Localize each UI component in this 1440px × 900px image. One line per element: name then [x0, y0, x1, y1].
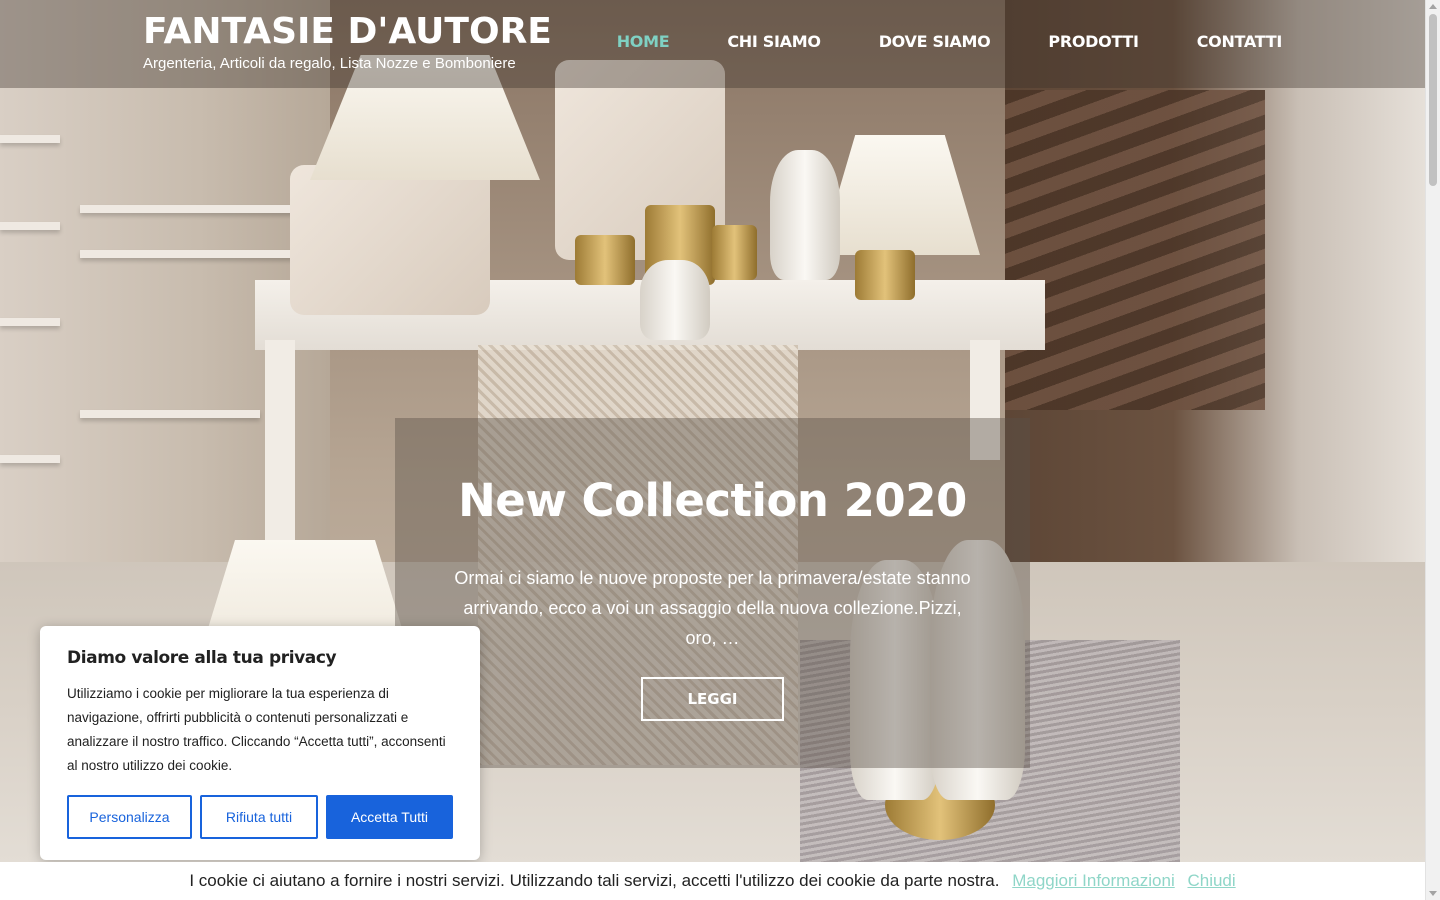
- brand[interactable]: FANTASIE D'AUTORE Argenteria, Articoli d…: [143, 12, 552, 73]
- consent-actions: Personalizza Rifiuta tutti Accetta Tutti: [67, 795, 453, 839]
- slide-excerpt: Ormai ci siamo le nuove proposte per la …: [454, 568, 971, 648]
- scroll-up-icon[interactable]: [1429, 4, 1437, 9]
- customize-button[interactable]: Personalizza: [67, 795, 192, 839]
- read-more-button[interactable]: LEGGI: [641, 677, 784, 721]
- slide-caption: New Collection 2020 Ormai ci siamo le nu…: [395, 418, 1030, 768]
- nav-item-home[interactable]: HOME: [617, 32, 670, 51]
- nav-item-prodotti[interactable]: PRODOTTI: [1048, 32, 1139, 51]
- nav-item-contatti[interactable]: CONTATTI: [1197, 32, 1283, 51]
- nav-item-dove-siamo[interactable]: DOVE SIAMO: [879, 32, 991, 51]
- accept-all-button[interactable]: Accetta Tutti: [326, 795, 453, 839]
- close-cookie-link[interactable]: Chiudi: [1187, 871, 1235, 890]
- reject-all-button[interactable]: Rifiuta tutti: [200, 795, 318, 839]
- site-header: FANTASIE D'AUTORE Argenteria, Articoli d…: [0, 0, 1425, 88]
- site-title[interactable]: FANTASIE D'AUTORE: [143, 12, 552, 52]
- cookie-notice-bar: I cookie ci aiutano a fornire i nostri s…: [0, 862, 1425, 900]
- cookie-consent-dialog: Diamo valore alla tua privacy Utilizziam…: [40, 626, 480, 860]
- nav-item-chi-siamo[interactable]: CHI SIAMO: [727, 32, 821, 51]
- consent-title: Diamo valore alla tua privacy: [67, 648, 337, 668]
- more-info-link[interactable]: Maggiori Informazioni: [1012, 871, 1175, 890]
- page-scrollbar[interactable]: [1425, 0, 1440, 900]
- scroll-thumb[interactable]: [1429, 14, 1437, 186]
- cookie-notice-text: I cookie ci aiutano a fornire i nostri s…: [189, 871, 1000, 890]
- staircase: [1005, 90, 1265, 410]
- slide-title: New Collection 2020: [458, 474, 967, 527]
- main-navigation: HOME CHI SIAMO DOVE SIAMO PRODOTTI CONTA…: [559, 32, 1283, 51]
- scroll-down-icon[interactable]: [1429, 891, 1437, 896]
- consent-description: Utilizziamo i cookie per migliorare la t…: [67, 686, 446, 773]
- site-tagline: Argenteria, Articoli da regalo, Lista No…: [143, 55, 516, 72]
